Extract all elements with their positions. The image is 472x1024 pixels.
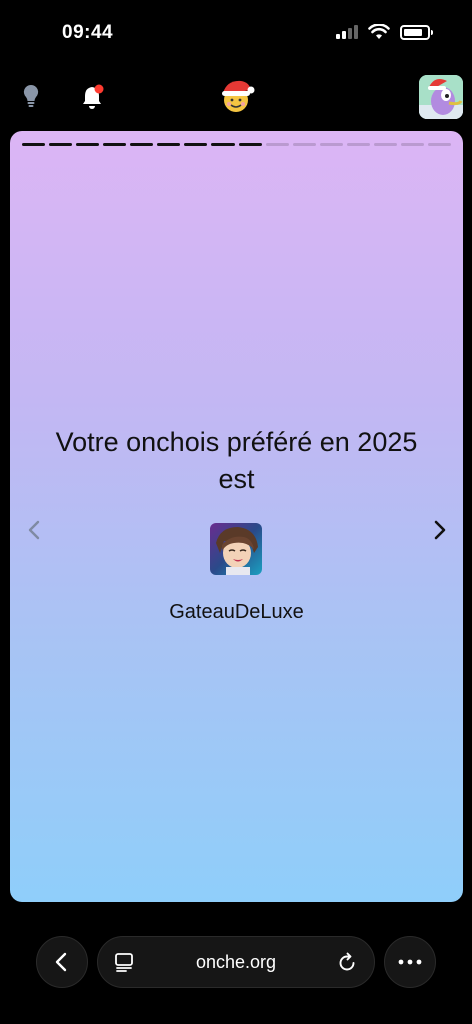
battery-icon — [400, 24, 433, 40]
story-progress-segment — [211, 143, 235, 146]
next-story-chevron-icon[interactable] — [430, 518, 450, 542]
story-progress-segment — [400, 143, 424, 146]
address-bar[interactable]: onche.org — [97, 936, 375, 988]
bell-icon[interactable] — [81, 84, 105, 110]
status-bar: 09:44 — [0, 0, 472, 70]
story-progress-segment — [103, 143, 127, 146]
back-button[interactable] — [36, 936, 88, 988]
reload-icon[interactable] — [336, 951, 358, 973]
user-avatar[interactable] — [419, 75, 463, 119]
chevron-left-icon — [55, 952, 67, 972]
previous-story-chevron-icon[interactable] — [24, 518, 44, 542]
story-progress-segment — [427, 143, 451, 146]
story-progress-segment — [76, 143, 100, 146]
favorite-user-avatar[interactable] — [210, 523, 262, 575]
santa-emoji-icon[interactable] — [217, 78, 255, 116]
story-progress-segment — [292, 143, 316, 146]
favorite-username: GateauDeLuxe — [169, 601, 304, 623]
ellipsis-icon — [398, 959, 422, 965]
story-progress-segment — [130, 143, 154, 146]
story-progress-bar — [22, 143, 451, 146]
story-progress-segment — [373, 143, 397, 146]
story-progress-segment — [157, 143, 181, 146]
status-time: 09:44 — [62, 22, 114, 43]
story-progress-segment — [22, 143, 46, 146]
status-icons — [336, 24, 433, 40]
browser-bottom-bar: onche.org — [0, 936, 472, 990]
cellular-signal-icon — [336, 25, 358, 39]
story-progress-segment — [319, 143, 343, 146]
story-card[interactable]: Votre onchois préféré en 2025 est Gateau… — [10, 131, 463, 902]
lightbulb-icon[interactable] — [22, 84, 40, 108]
more-options-button[interactable] — [384, 936, 436, 988]
notification-dot — [94, 84, 104, 94]
story-progress-segment — [265, 143, 289, 146]
story-progress-segment — [238, 143, 262, 146]
story-progress-segment — [346, 143, 370, 146]
story-progress-segment — [184, 143, 208, 146]
story-headline: Votre onchois préféré en 2025 est — [55, 427, 418, 494]
story-progress-segment — [49, 143, 73, 146]
wifi-icon — [368, 24, 390, 39]
url-text[interactable]: onche.org — [98, 952, 374, 973]
app-bar — [0, 74, 472, 120]
